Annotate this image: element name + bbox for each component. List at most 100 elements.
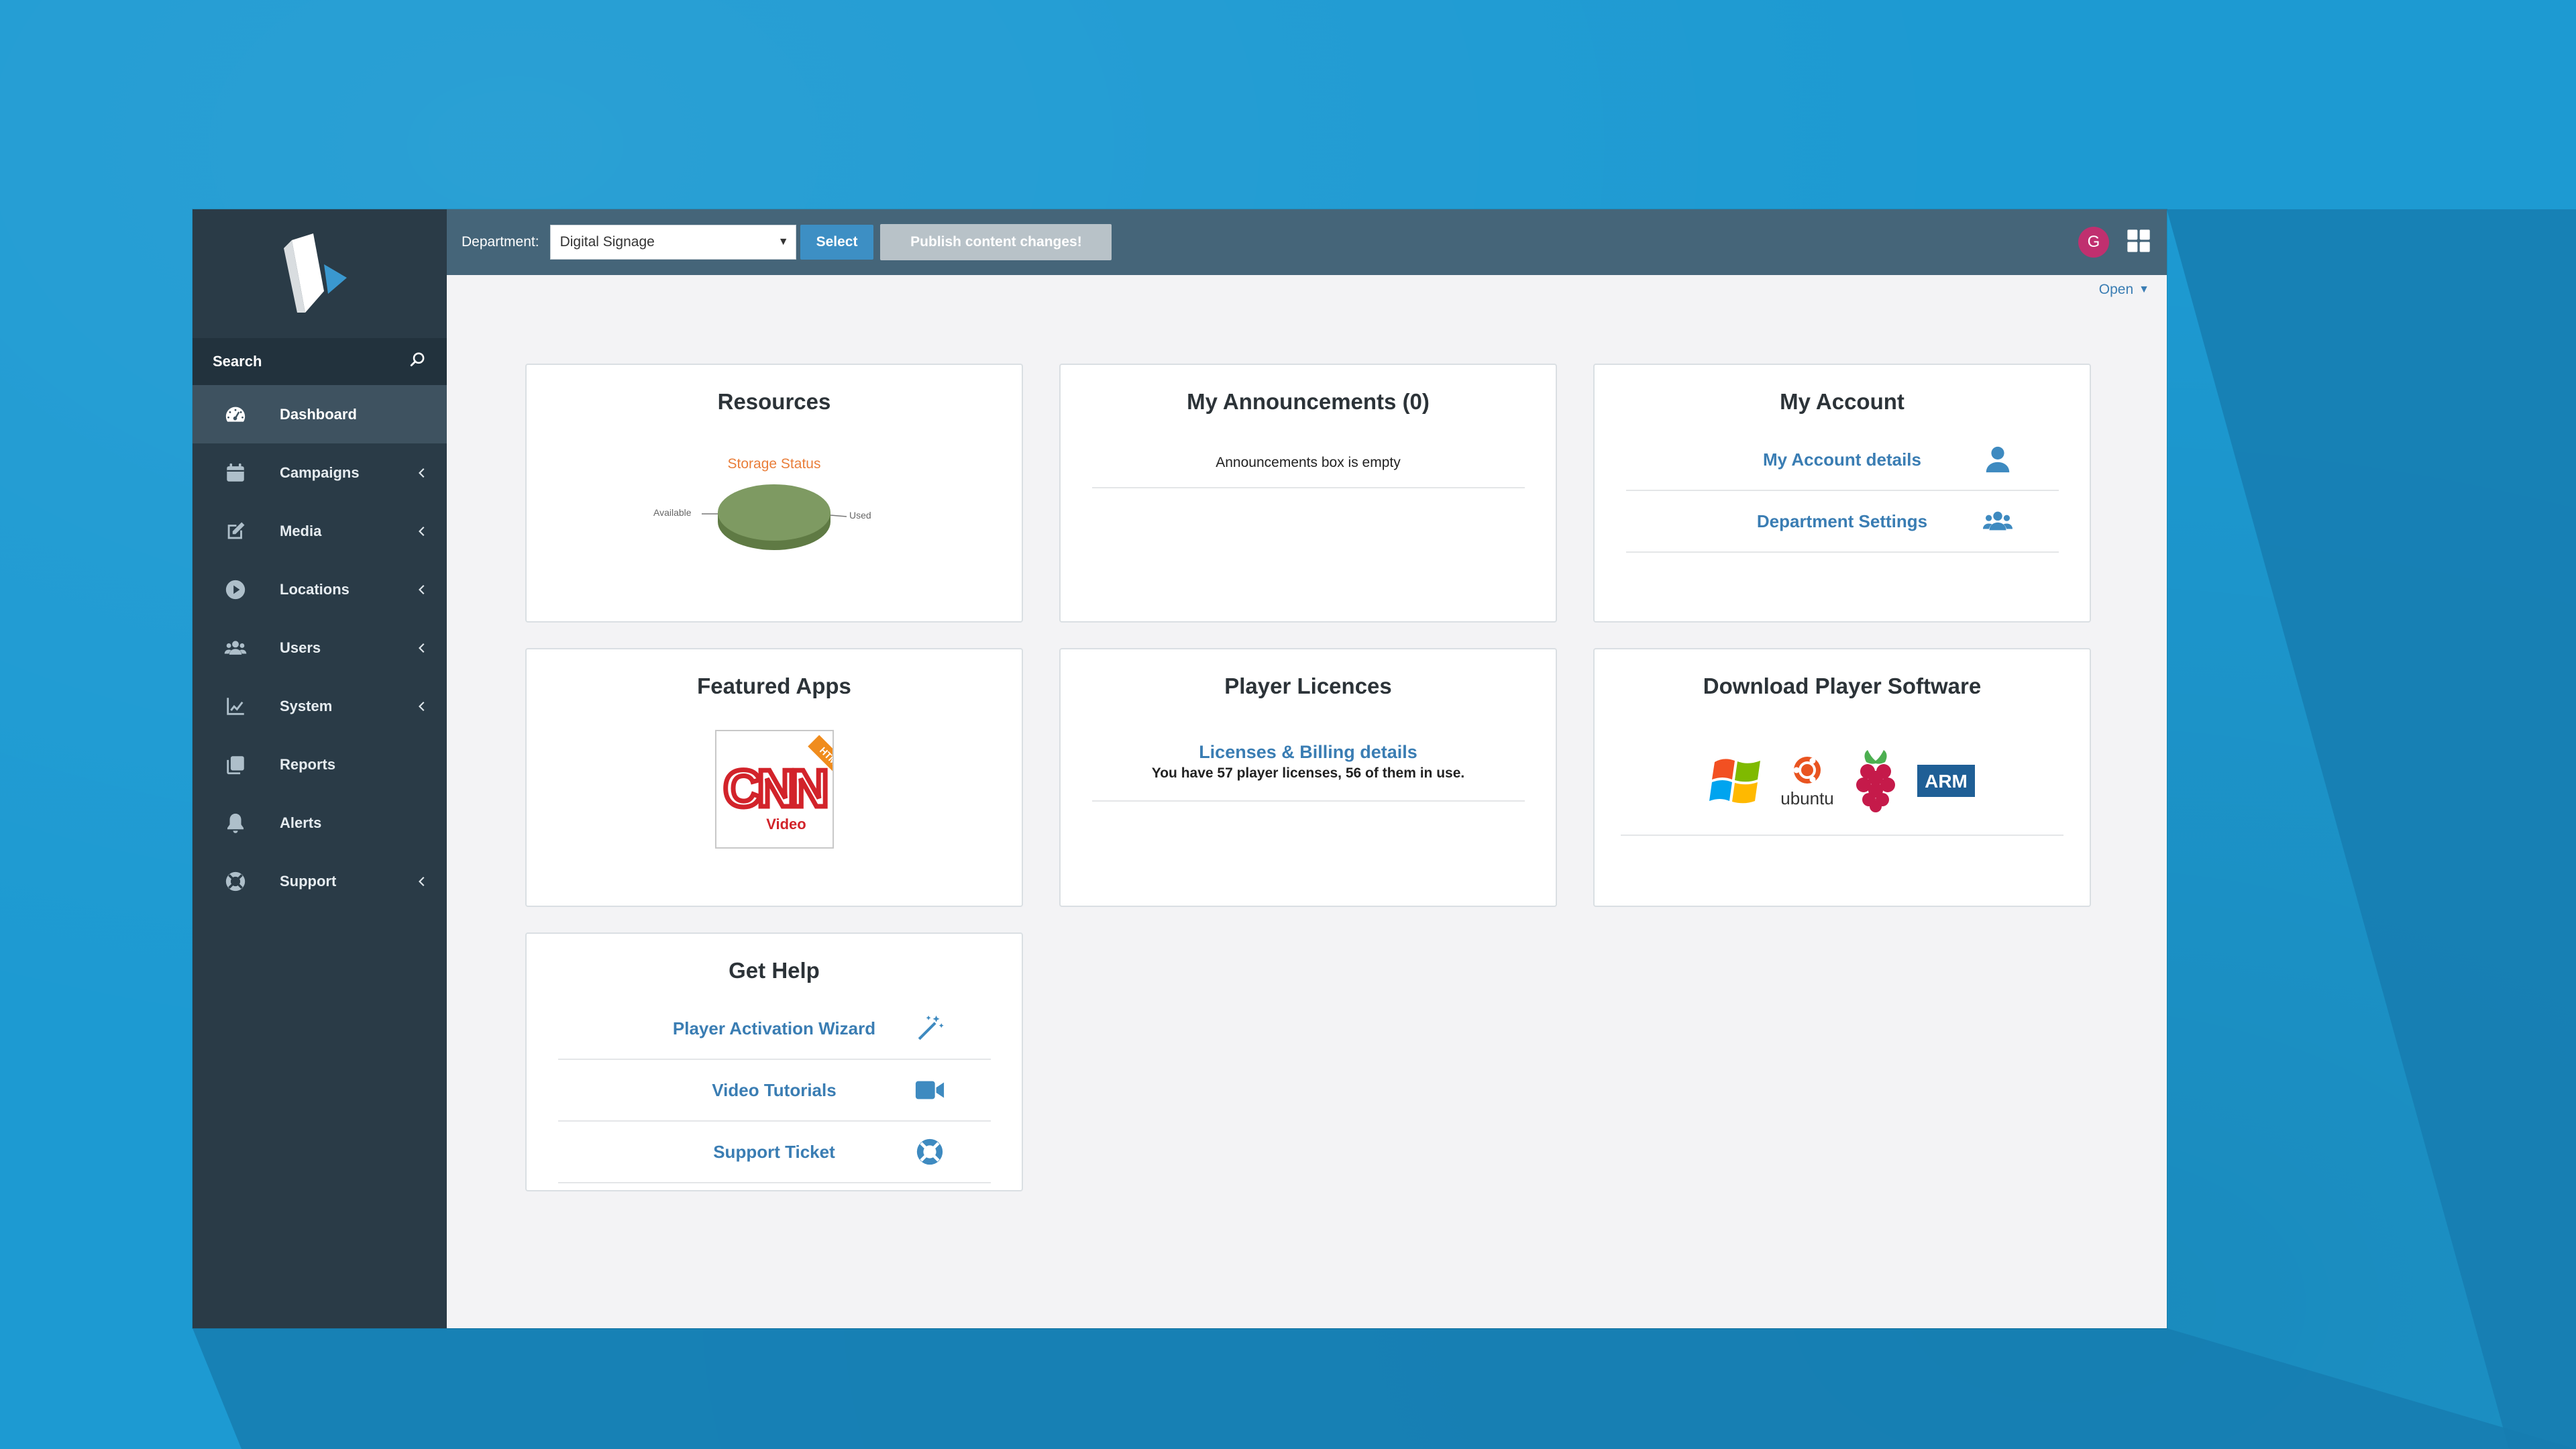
chart-icon	[222, 693, 249, 720]
sidebar-item-label: Campaigns	[280, 464, 360, 481]
users-icon	[222, 635, 249, 661]
sidebar-item-label: Reports	[280, 755, 336, 773]
sidebar-search[interactable]: Search	[193, 338, 447, 385]
card-title: My Announcements (0)	[1187, 389, 1430, 414]
account-details-link[interactable]: My Account details	[1763, 449, 1921, 470]
sidebar-item-media[interactable]: Media	[193, 502, 447, 560]
chevron-left-icon	[415, 875, 428, 888]
sidebar-item-reports[interactable]: Reports	[193, 735, 447, 794]
edit-icon	[222, 518, 249, 545]
card-title: My Account	[1780, 389, 1904, 414]
lifebuoy-icon	[222, 868, 249, 895]
chevron-left-icon	[415, 466, 428, 480]
support-ticket-link[interactable]: Support Ticket	[713, 1142, 835, 1163]
logo-icon	[283, 233, 347, 313]
sidebar-item-label: Locations	[280, 580, 350, 598]
video-camera-icon	[913, 1073, 947, 1107]
sidebar: Search Dashboard Campaigns Media Locatio…	[193, 209, 447, 1328]
bell-icon	[222, 810, 249, 837]
pie-label-available: Available	[653, 507, 692, 518]
search-label: Search	[213, 353, 262, 370]
magic-wand-icon	[913, 1012, 947, 1045]
get-help-card: Get Help Player Activation Wizard Video …	[525, 932, 1023, 1191]
storage-status-title: Storage Status	[727, 456, 821, 472]
lifebuoy-icon	[913, 1135, 947, 1169]
sidebar-item-label: Support	[280, 872, 337, 890]
sidebar-item-support[interactable]: Support	[193, 852, 447, 910]
caret-down-icon: ▼	[777, 236, 789, 248]
department-settings-row[interactable]: Department Settings	[1625, 491, 2059, 553]
users-icon	[1981, 504, 2015, 538]
chevron-left-icon	[415, 700, 428, 713]
card-title: Resources	[717, 389, 831, 414]
sidebar-item-campaigns[interactable]: Campaigns	[193, 443, 447, 502]
topbar-right: G	[2078, 209, 2152, 275]
licenses-summary: You have 57 player licenses, 56 of them …	[1091, 765, 1525, 802]
sidebar-item-label: Users	[280, 639, 321, 656]
featured-apps-card: Featured Apps CNN Video HTML5	[525, 648, 1023, 907]
department-select-value: Digital Signage	[559, 234, 655, 250]
pie-label-used: Used	[849, 510, 871, 521]
player-licences-card: Player Licences Licenses & Billing detai…	[1059, 648, 1557, 907]
chevron-left-icon	[415, 583, 428, 596]
arm-icon[interactable]: ARM	[1917, 765, 1975, 797]
sidebar-item-label: Alerts	[280, 814, 322, 831]
app-window: Search Dashboard Campaigns Media Locatio…	[193, 209, 2167, 1328]
topbar: Department: Digital Signage ▼ Select Pub…	[447, 209, 2167, 275]
platform-downloads: ubuntu ARM	[1621, 747, 2063, 836]
card-title: Player Licences	[1224, 674, 1392, 698]
activation-wizard-row[interactable]: Player Activation Wizard	[557, 998, 991, 1060]
department-select[interactable]: Digital Signage ▼	[549, 225, 796, 260]
publish-button[interactable]: Publish content changes!	[880, 224, 1112, 260]
card-title: Download Player Software	[1703, 674, 1982, 698]
sidebar-item-locations[interactable]: Locations	[193, 560, 447, 619]
sidebar-item-alerts[interactable]: Alerts	[193, 794, 447, 852]
ubuntu-icon[interactable]: ubuntu	[1780, 753, 1834, 809]
billing-details-link[interactable]: Licenses & Billing details	[1199, 742, 1417, 763]
activation-wizard-link[interactable]: Player Activation Wizard	[673, 1018, 875, 1039]
department-label: Department:	[462, 234, 539, 250]
open-label: Open	[2098, 282, 2134, 297]
announcements-empty-text: Announcements box is empty	[1091, 455, 1525, 488]
avatar[interactable]: G	[2078, 227, 2109, 258]
sidebar-item-label: System	[280, 697, 333, 714]
sidebar-item-dashboard[interactable]: Dashboard	[193, 385, 447, 443]
sidebar-item-system[interactable]: System	[193, 677, 447, 735]
grid-icon[interactable]	[2125, 227, 2152, 258]
card-grid: Resources Storage Status Available Used …	[525, 364, 2091, 1191]
raspberry-pi-icon[interactable]	[1849, 747, 1902, 814]
copy-icon	[222, 751, 249, 778]
ubuntu-label: ubuntu	[1780, 788, 1834, 808]
caret-down-icon: ▼	[2139, 284, 2149, 295]
video-tutorials-link[interactable]: Video Tutorials	[712, 1080, 836, 1101]
windows-icon[interactable]	[1709, 754, 1766, 808]
support-ticket-row[interactable]: Support Ticket	[557, 1122, 991, 1183]
main-area: Department: Digital Signage ▼ Select Pub…	[447, 209, 2167, 1328]
sidebar-item-users[interactable]: Users	[193, 619, 447, 677]
video-tutorials-row[interactable]: Video Tutorials	[557, 1060, 991, 1122]
account-details-row[interactable]: My Account details	[1625, 429, 2059, 491]
app-logo[interactable]	[193, 209, 447, 338]
sidebar-item-label: Media	[280, 522, 322, 539]
dashboard-content: Open ▼ Resources Storage Status Availabl…	[447, 275, 2167, 1328]
chevron-left-icon	[415, 525, 428, 538]
cnn-logo-text: CNN	[723, 759, 826, 818]
account-card: My Account My Account details Department…	[1593, 364, 2091, 623]
cnn-video-label: Video	[766, 816, 806, 833]
department-settings-link[interactable]: Department Settings	[1757, 511, 1927, 532]
chevron-left-icon	[415, 641, 428, 655]
user-icon	[1981, 443, 2015, 476]
search-icon[interactable]	[409, 351, 427, 372]
resources-card: Resources Storage Status Available Used	[525, 364, 1023, 623]
calendar-icon	[222, 460, 249, 486]
card-title: Get Help	[729, 958, 820, 983]
play-icon	[222, 576, 249, 603]
select-button[interactable]: Select	[800, 225, 874, 260]
arm-label: ARM	[1925, 771, 1968, 792]
cnn-video-app-tile[interactable]: CNN Video HTML5	[714, 730, 834, 849]
sidebar-item-label: Dashboard	[280, 405, 357, 423]
storage-pie-chart: Available Used	[653, 478, 895, 558]
open-dropdown[interactable]: Open ▼	[2099, 282, 2149, 298]
download-player-card: Download Player Software ubuntu ARM	[1593, 648, 2091, 907]
dashboard-icon	[222, 401, 249, 428]
